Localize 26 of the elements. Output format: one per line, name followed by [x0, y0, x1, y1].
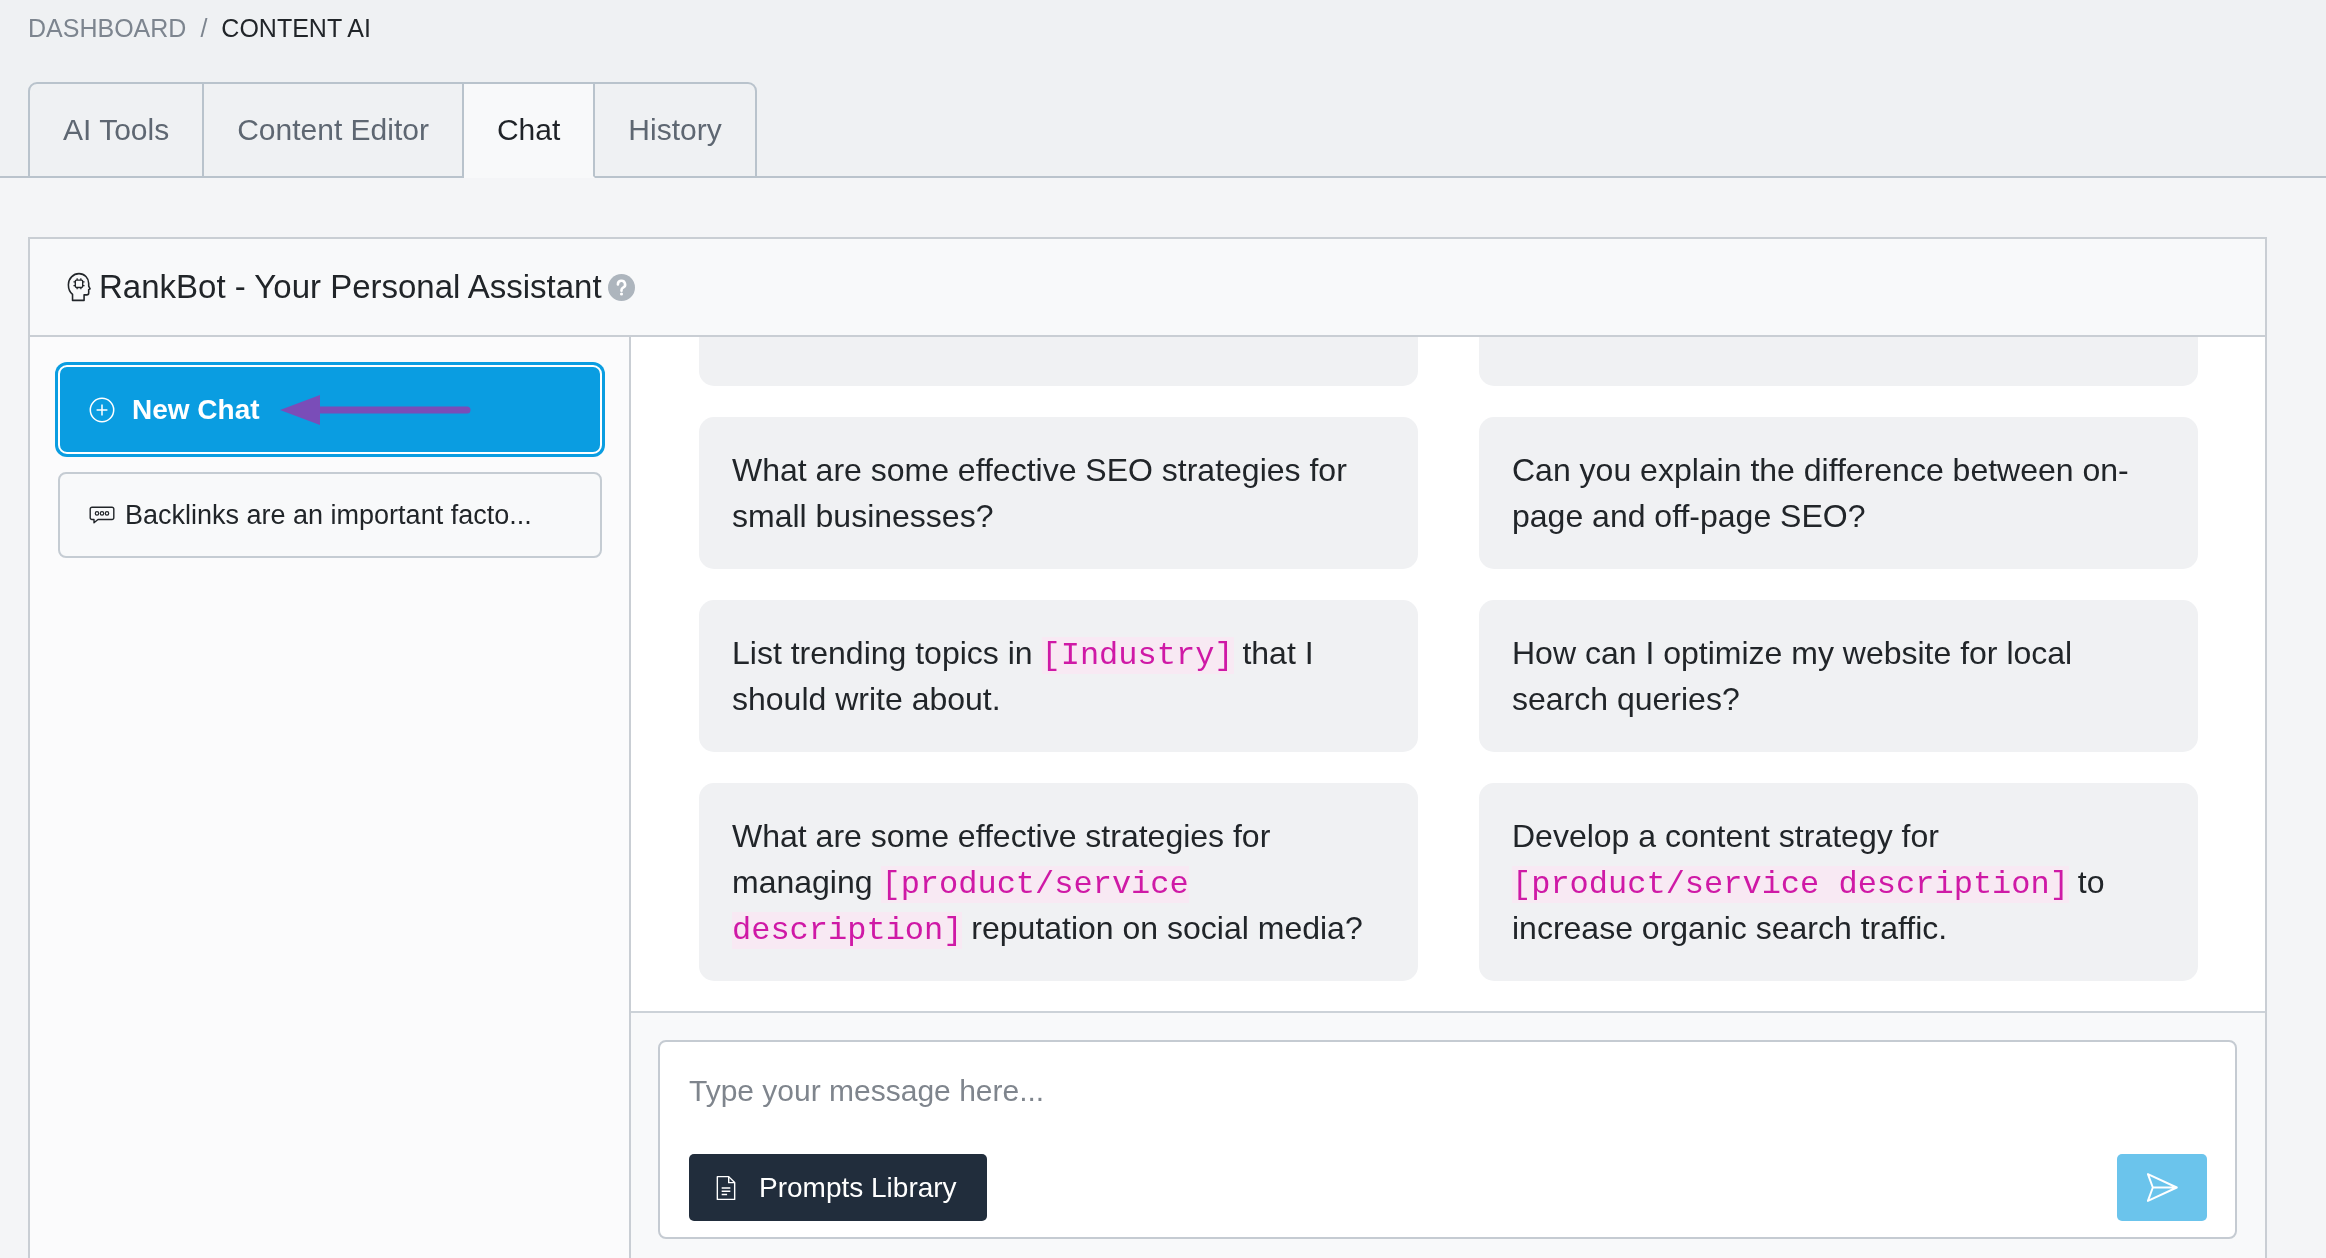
left-arrow-icon [279, 393, 472, 426]
head-chip-icon [67, 272, 91, 302]
help-icon[interactable] [607, 273, 635, 301]
breadcrumb-current: CONTENT AI [221, 13, 371, 44]
tab[interactable]: Content Editor [204, 82, 464, 178]
chat-dots-icon [89, 506, 115, 524]
conversation-item[interactable]: Backlinks are an important facto... [58, 472, 602, 558]
panel-title: RankBot - Your Personal Assistant [99, 268, 602, 306]
suggestion-card[interactable]: Develop a content strategy for [product/service description] to increase organic search traffic. [1479, 783, 2198, 981]
prompts-library-button[interactable]: Prompts Library [689, 1154, 987, 1221]
send-icon [2145, 1172, 2179, 1203]
tab[interactable]: Chat [463, 82, 596, 178]
suggestion-card[interactable]: What are some effective strategies for managing [product/service description] reputation on social media? [699, 783, 1418, 981]
message-input-box[interactable]: Type your message here... Prompts Library [658, 1040, 2237, 1239]
suggestion-card[interactable] [1479, 337, 2198, 386]
suggestion-card[interactable] [699, 337, 1418, 386]
suggestion-card[interactable]: List trending topics in [Industry] that I should write about. [699, 600, 1418, 752]
document-icon [715, 1174, 737, 1201]
plus-circle-icon [89, 396, 115, 423]
suggestion-card[interactable]: How can I optimize my website for local search queries? [1479, 600, 2198, 752]
message-input-field[interactable]: Type your message here... [689, 1042, 2207, 1136]
tab[interactable]: AI Tools [28, 82, 205, 178]
suggestion-card[interactable]: What are some effective SEO strategies for small businesses? [699, 417, 1418, 569]
breadcrumb-separator: / [200, 13, 208, 44]
tab[interactable]: History [595, 82, 757, 178]
suggestion-card[interactable]: Can you explain the difference between on-page and off-page SEO? [1479, 417, 2198, 569]
